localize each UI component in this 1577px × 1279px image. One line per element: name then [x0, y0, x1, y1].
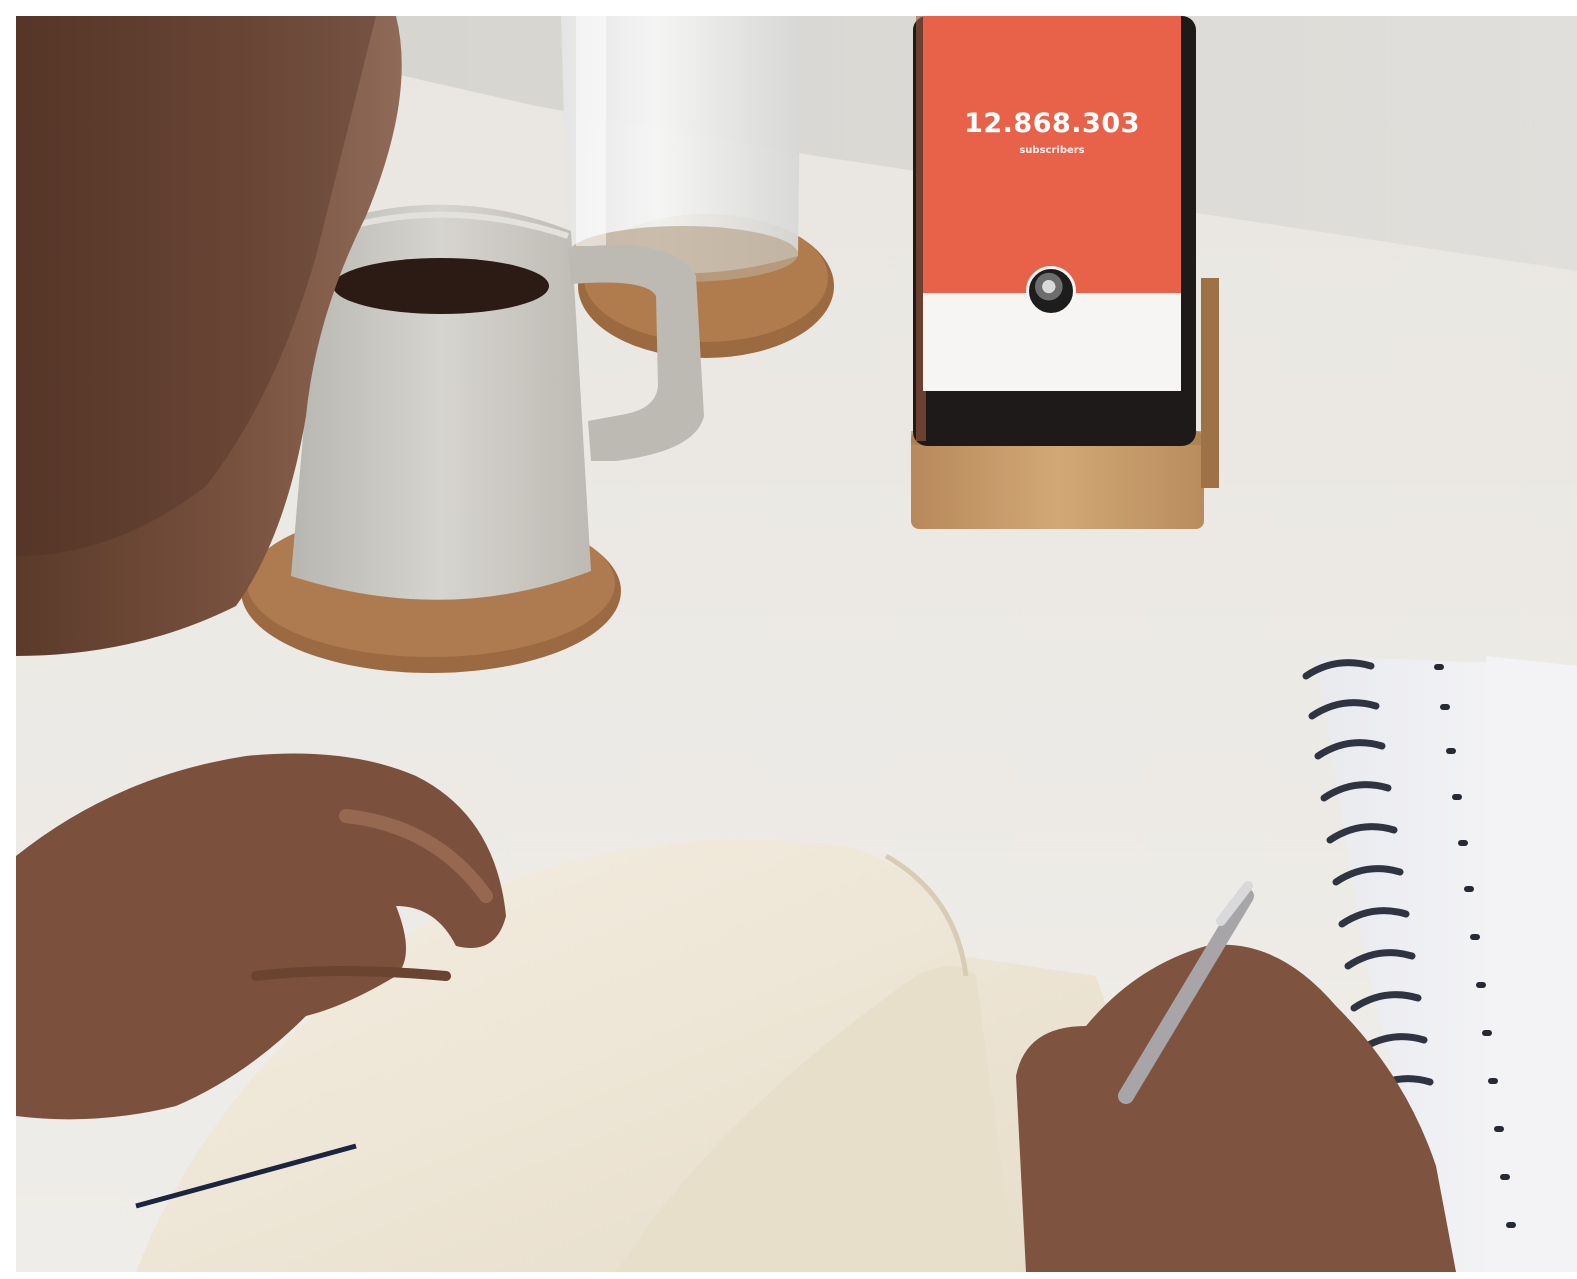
- desk-scene: [16, 16, 1577, 1272]
- subscriber-label: subscribers: [1019, 145, 1085, 156]
- photo-frame: 12.868.303 subscribers: [16, 16, 1577, 1272]
- channel-avatar: [1026, 266, 1076, 316]
- phone-screen: 12.868.303 subscribers: [923, 16, 1181, 391]
- subscriber-count: 12.868.303: [964, 108, 1140, 139]
